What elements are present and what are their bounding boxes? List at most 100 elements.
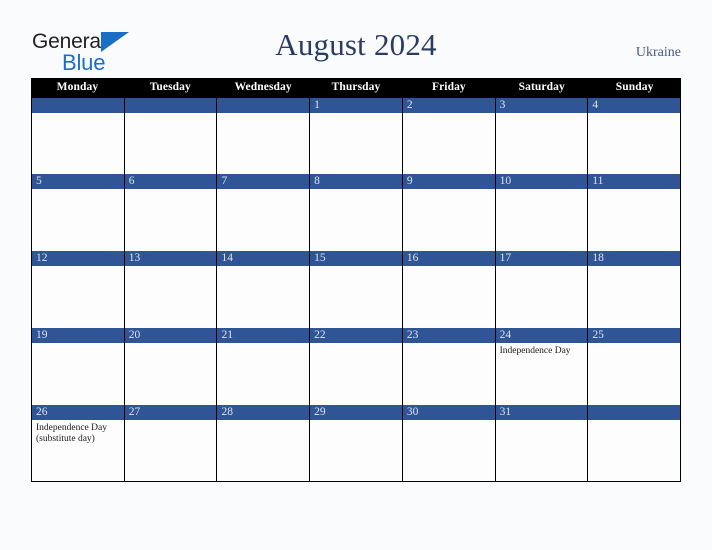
day-number: 27 xyxy=(128,406,141,418)
day-number-bar: 26 xyxy=(32,405,124,420)
day-cell-20[interactable]: 20 xyxy=(124,328,218,405)
day-number-bar: 11 xyxy=(588,174,681,189)
day-number: 9 xyxy=(406,175,413,187)
calendar-grid: Monday Tuesday Wednesday Thursday Friday Satu… xyxy=(31,78,682,482)
day-content xyxy=(588,420,680,481)
day-number: 24 xyxy=(499,329,512,341)
day-number: 2 xyxy=(406,99,413,111)
day-number-bar: 13 xyxy=(124,251,217,266)
day-number-bar xyxy=(588,405,681,420)
day-number: 4 xyxy=(592,99,599,111)
country-label: Ukraine xyxy=(635,45,681,60)
day-number-bar: 21 xyxy=(217,328,310,343)
day-number: 26 xyxy=(36,406,48,418)
calendar-weeks: 1 2 3 4 5 6 7 8 9 10 11 12 13 14 15 16 17 18 19 20 21 22 23 24 I… xyxy=(31,97,682,482)
day-number: 5 xyxy=(36,175,42,187)
day-number: 7 xyxy=(221,175,228,187)
day-number: 29 xyxy=(314,406,326,418)
day-content: Independence Day (substitute day) xyxy=(32,420,124,481)
day-cell-7[interactable]: 7 xyxy=(217,174,311,251)
day-cell-4[interactable]: 4 xyxy=(588,98,682,174)
day-number-bar: 5 xyxy=(32,174,124,189)
day-cell-16[interactable]: 16 xyxy=(402,251,496,328)
day-cell-empty[interactable] xyxy=(124,98,218,174)
weekday-header-friday: Friday xyxy=(431,81,466,93)
day-content xyxy=(125,113,217,174)
day-number: 18 xyxy=(592,252,604,264)
day-number: 28 xyxy=(221,406,233,418)
calendar-week-row: 1 2 3 4 xyxy=(31,97,682,174)
day-cell-13[interactable]: 13 xyxy=(124,251,218,328)
day-cell-empty[interactable] xyxy=(588,405,682,481)
calendar-week-row: 26 Independence Day (substitute day) 27 28 2… xyxy=(31,405,682,482)
day-cell-28[interactable]: 28 xyxy=(217,405,311,481)
day-number: 12 xyxy=(36,252,48,264)
day-number: 19 xyxy=(36,329,48,341)
day-number-bar xyxy=(32,98,124,113)
day-content: Independence Day xyxy=(496,343,588,405)
day-content xyxy=(217,343,309,405)
day-cell-12[interactable]: 12 xyxy=(32,251,125,328)
day-cell-23[interactable]: 23 xyxy=(402,328,496,405)
day-cell-27[interactable]: 27 xyxy=(124,405,218,481)
weekday-header-sunday: Sunday xyxy=(615,81,654,93)
weekday-header-wednesday: Wednesday xyxy=(234,81,292,93)
day-content xyxy=(588,113,680,174)
day-number: 1 xyxy=(314,99,320,111)
day-number-bar: 17 xyxy=(495,251,588,266)
day-cell-15[interactable]: 15 xyxy=(310,251,403,328)
day-cell-6[interactable]: 6 xyxy=(124,174,218,251)
day-content xyxy=(32,343,124,405)
day-content xyxy=(125,266,217,328)
day-number-bar: 12 xyxy=(32,251,124,266)
day-content xyxy=(217,420,309,481)
day-cell-10[interactable]: 10 xyxy=(495,174,589,251)
day-cell-31[interactable]: 31 xyxy=(495,405,589,481)
day-cell-19[interactable]: 19 xyxy=(32,328,125,405)
day-cell-9[interactable]: 9 xyxy=(402,174,496,251)
day-content xyxy=(496,420,588,481)
day-content xyxy=(217,266,309,328)
day-number: 30 xyxy=(406,406,419,418)
day-number-bar: 3 xyxy=(495,98,588,113)
day-content xyxy=(310,113,402,174)
day-cell-11[interactable]: 11 xyxy=(588,174,682,251)
day-cell-2[interactable]: 2 xyxy=(402,98,496,174)
day-cell-24[interactable]: 24 Independence Day xyxy=(495,328,589,405)
day-cell-26[interactable]: 26 Independence Day (substitute day) xyxy=(32,405,125,481)
calendar-page: General Blue August 2024 Ukraine Monday T… xyxy=(0,0,712,550)
day-cell-30[interactable]: 30 xyxy=(402,405,496,481)
day-number-bar: 10 xyxy=(495,174,588,189)
day-content xyxy=(496,189,588,251)
day-cell-empty[interactable] xyxy=(217,98,311,174)
day-cell-22[interactable]: 22 xyxy=(310,328,403,405)
day-number: 22 xyxy=(314,329,326,341)
day-cell-18[interactable]: 18 xyxy=(588,251,682,328)
day-number: 15 xyxy=(314,252,326,264)
day-number: 14 xyxy=(221,252,233,264)
day-content xyxy=(310,189,402,251)
day-content xyxy=(588,266,680,328)
day-cell-25[interactable]: 25 xyxy=(588,328,682,405)
day-cell-21[interactable]: 21 xyxy=(217,328,311,405)
day-number-bar: 1 xyxy=(310,98,402,113)
day-cell-5[interactable]: 5 xyxy=(32,174,125,251)
day-cell-3[interactable]: 3 xyxy=(495,98,589,174)
day-cell-17[interactable]: 17 xyxy=(495,251,589,328)
day-number: 11 xyxy=(592,175,604,187)
day-cell-8[interactable]: 8 xyxy=(310,174,403,251)
day-number: 3 xyxy=(499,99,506,111)
day-number: 31 xyxy=(499,406,512,418)
day-content xyxy=(310,266,402,328)
day-cell-29[interactable]: 29 xyxy=(310,405,403,481)
weekday-header-row: Monday Tuesday Wednesday Thursday Friday Satu… xyxy=(31,78,681,97)
day-cell-empty[interactable] xyxy=(32,98,125,174)
day-cell-14[interactable]: 14 xyxy=(217,251,311,328)
day-cell-1[interactable]: 1 xyxy=(310,98,403,174)
day-number-bar: 28 xyxy=(217,405,310,420)
day-content xyxy=(217,113,309,174)
calendar-week-row: 12 13 14 15 16 17 18 xyxy=(31,251,682,328)
day-content xyxy=(403,343,495,405)
day-number-bar: 4 xyxy=(588,98,681,113)
day-content xyxy=(403,420,495,481)
